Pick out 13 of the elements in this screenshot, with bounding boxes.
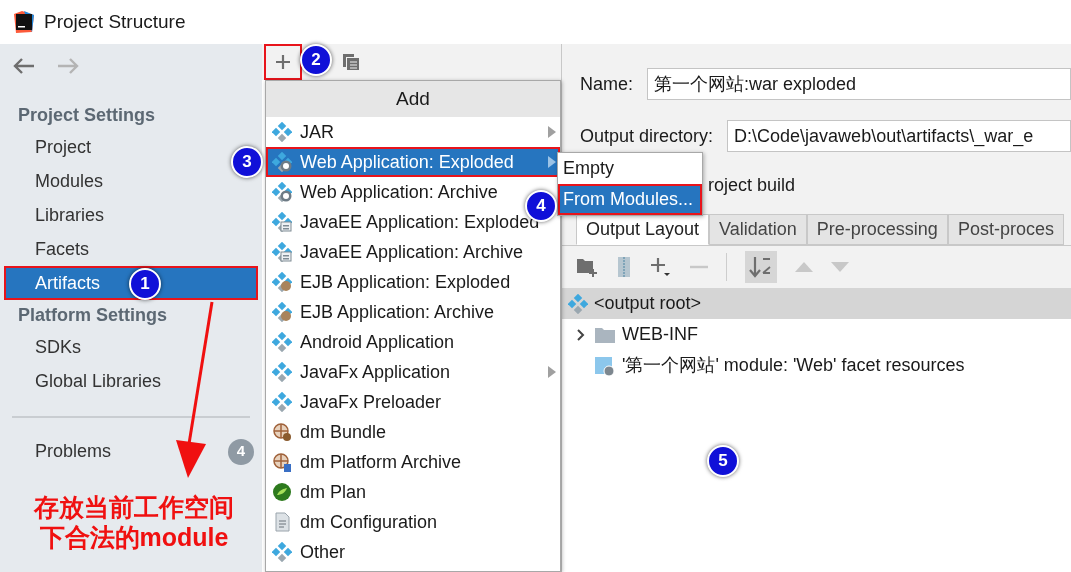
window-title: Project Structure: [44, 9, 186, 34]
note-line: 存放当前工作空间: [34, 492, 234, 522]
output-directory-label: Output directory:: [580, 124, 714, 148]
tree-label: '第一个网站' module: 'Web' facet resources: [622, 354, 965, 377]
section-heading: Platform Settings: [17, 303, 169, 327]
note-line: 下合法的module: [39, 522, 229, 552]
tree-label: WEB-INF: [622, 323, 698, 346]
problem-count: 4: [228, 438, 254, 465]
tree-label: <output root>: [594, 292, 702, 315]
build-checkbox-label: roject build: [708, 173, 796, 197]
name-label: Name:: [580, 72, 633, 96]
menu-title: Add: [266, 81, 560, 117]
section-heading: Project Settings: [17, 103, 157, 127]
